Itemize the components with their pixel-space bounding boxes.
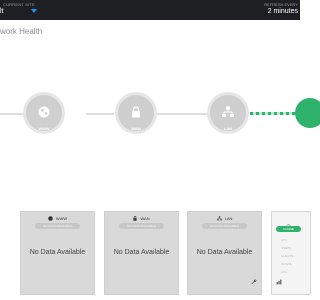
stat-label: DOWNL	[281, 262, 293, 266]
site-selector[interactable]: lt	[0, 8, 4, 15]
network-icon	[216, 216, 222, 222]
globe-icon	[48, 216, 53, 222]
page-title: work Health	[0, 27, 43, 36]
card-title: WAN	[140, 216, 150, 222]
card-title: WWW	[55, 216, 68, 222]
health-node-www[interactable]: WWW	[23, 92, 65, 134]
wrench-icon[interactable]	[251, 272, 257, 290]
card-lan: LAN NO DATA AVAILABLE No Data Available	[187, 211, 262, 295]
stat-label: APS	[281, 238, 288, 242]
no-data-text: No Data Available	[113, 249, 170, 256]
site-label: CURRENT SITE	[3, 2, 35, 7]
chevron-down-icon[interactable]	[31, 9, 37, 13]
card-wan: WAN NO DATA AVAILABLE No Data Available	[104, 211, 179, 295]
card-www: WWW NO DATA AVAILABLE No Data Available	[20, 211, 95, 295]
top-bar: CURRENT SITE lt REFRESH EVERY 2 minutes	[0, 0, 300, 20]
chain-connector	[86, 113, 114, 115]
health-node-label: LAN	[223, 126, 233, 131]
refresh-selector[interactable]: 2 minutes	[268, 8, 298, 15]
status-badge: CONNE	[276, 226, 301, 232]
stat-label: GUESTS	[281, 254, 294, 258]
status-badge: NO DATA AVAILABLE	[35, 223, 80, 229]
stat-label: USERS	[281, 246, 292, 250]
chain-connector	[155, 113, 208, 115]
card-wifi: CONNE APS USERS GUESTS DOWNL UPL	[271, 211, 311, 295]
health-node-wifi[interactable]	[295, 98, 320, 128]
health-node-lan[interactable]: LAN	[207, 92, 249, 134]
globe-icon	[38, 105, 50, 123]
card-title: LAN	[224, 216, 233, 222]
lock-icon	[133, 216, 138, 222]
status-badge: NO DATA AVAILABLE	[119, 223, 164, 229]
bar-chart-icon[interactable]	[276, 272, 282, 290]
health-node-label: WAN	[131, 126, 141, 131]
no-data-text: No Data Available	[29, 249, 86, 256]
status-badge: NO DATA AVAILABLE	[202, 223, 247, 229]
chain-connector-active	[250, 112, 298, 115]
network-icon	[222, 105, 235, 123]
lock-icon	[131, 105, 141, 123]
no-data-text: No Data Available	[196, 249, 253, 256]
refresh-label: REFRESH EVERY	[264, 2, 298, 7]
health-node-wan[interactable]: WAN	[115, 92, 157, 134]
health-node-label: WWW	[38, 126, 50, 131]
